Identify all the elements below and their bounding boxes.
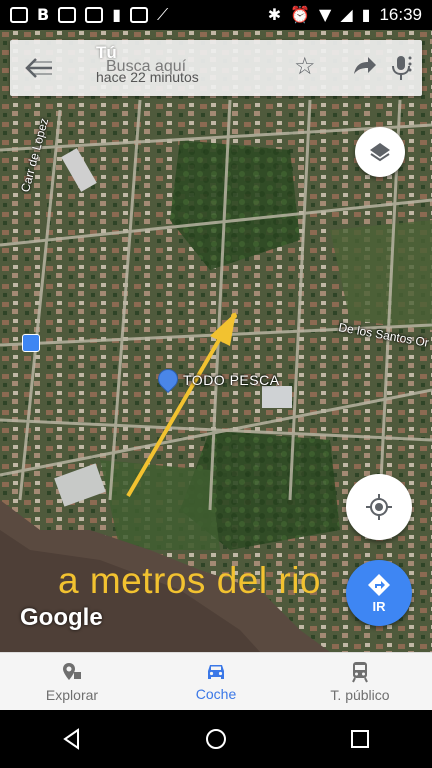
- map-view[interactable]: TODO PESCA Carr de Lopez De los Santos O…: [0, 30, 432, 652]
- star-icon[interactable]: ☆: [294, 52, 316, 80]
- back-icon[interactable]: [60, 727, 84, 751]
- tab-explore-label: Explorar: [45, 687, 99, 703]
- satellite-imagery: [0, 30, 432, 652]
- wifi-icon: ▼: [319, 5, 332, 24]
- status-left-icons: B ▮ ⟋: [10, 7, 168, 23]
- location-title: Tú: [96, 43, 117, 62]
- mic-icon[interactable]: [390, 54, 412, 82]
- map-annotation: a metros del rio: [58, 560, 321, 601]
- share-icon[interactable]: [350, 52, 378, 80]
- tab-driving-label: Coche: [195, 686, 237, 702]
- battery-icon: ▮: [361, 5, 371, 24]
- go-button[interactable]: IR: [346, 560, 412, 626]
- notification-icon: ▮: [112, 5, 122, 24]
- transit-icon: [352, 662, 368, 683]
- clock: 16:39: [379, 5, 422, 24]
- signal-icon: ◢: [340, 5, 353, 24]
- tab-transit-label: T. público: [330, 687, 390, 703]
- mail-icon: [10, 7, 28, 23]
- layers-icon: [370, 143, 390, 162]
- tab-transit[interactable]: T. público: [288, 653, 432, 711]
- bus-stop-icon[interactable]: [22, 334, 40, 352]
- car-icon: [208, 665, 224, 679]
- system-navigation-bar: [0, 710, 432, 768]
- back-arrow-icon[interactable]: [24, 56, 54, 80]
- tab-explore[interactable]: Explorar: [0, 653, 144, 711]
- go-label: IR: [372, 598, 386, 614]
- chart-icon: ⟋: [157, 5, 169, 24]
- home-icon[interactable]: [204, 727, 228, 751]
- alarm-icon: ⏰: [290, 5, 311, 24]
- recents-icon[interactable]: [348, 727, 372, 751]
- location-subtitle: hace 22 minutos: [96, 69, 199, 85]
- place-label[interactable]: TODO PESCA: [183, 372, 280, 388]
- tab-driving[interactable]: Coche: [144, 653, 288, 711]
- bluetooth-icon: ✱: [267, 5, 282, 24]
- directions-icon: [368, 573, 390, 596]
- google-logo: Google: [20, 604, 103, 631]
- flipboard-icon: [58, 7, 77, 23]
- b-icon: B: [37, 5, 50, 24]
- amazon-icon: [85, 7, 104, 23]
- search-bar[interactable]: Busca aquí Tú hace 22 minutos ☆: [10, 40, 422, 96]
- my-location-icon: [366, 494, 392, 520]
- bottom-navigation: Explorar Coche T. público: [0, 652, 432, 711]
- status-bar: B ▮ ⟋ ✱ ⏰ ▼ ◢ ▮ 16:39: [0, 0, 432, 30]
- status-right-icons: ✱ ⏰ ▼ ◢ ▮ 16:39: [268, 5, 422, 25]
- my-location-button[interactable]: [346, 474, 412, 540]
- explore-pin-icon: [63, 663, 81, 680]
- layers-button[interactable]: [355, 127, 405, 177]
- image-icon: [130, 7, 149, 23]
